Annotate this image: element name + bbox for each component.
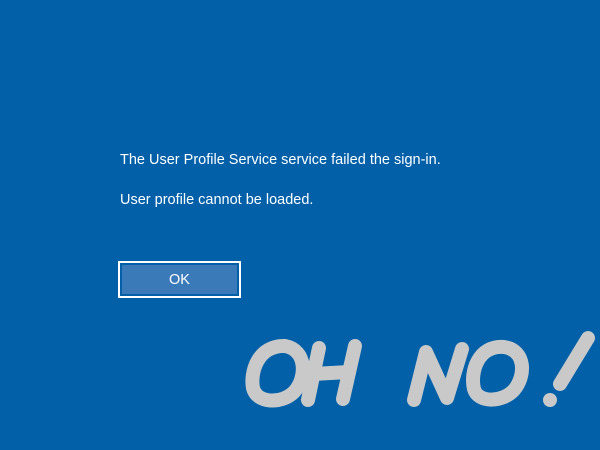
ok-button-label: OK (122, 265, 237, 294)
error-message-secondary: User profile cannot be loaded. (120, 192, 314, 208)
error-message-primary: The User Profile Service service failed … (120, 152, 441, 168)
oh-no-handwritten-overlay (245, 331, 595, 408)
ok-button[interactable]: OK (118, 261, 241, 298)
error-screen: The User Profile Service service failed … (0, 0, 600, 450)
